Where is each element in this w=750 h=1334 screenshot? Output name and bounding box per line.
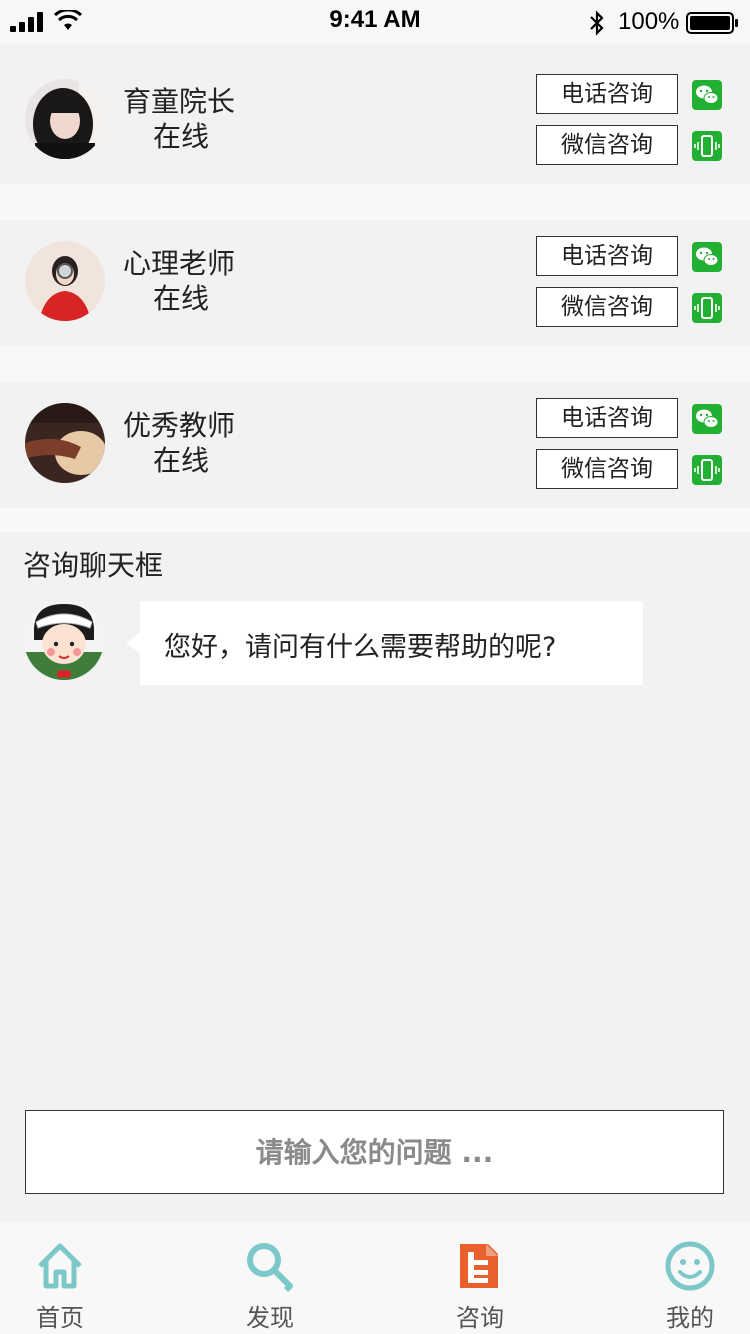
phone-consult-button[interactable]: 电话咨询	[536, 74, 678, 114]
avatar[interactable]	[25, 241, 105, 321]
wechat-consult-button[interactable]: 微信咨询	[536, 125, 678, 165]
phone-consult-button[interactable]: 电话咨询	[536, 398, 678, 438]
smiley-icon	[665, 1241, 715, 1291]
advisor-card: 优秀教师 在线 电话咨询 微信咨询	[0, 382, 750, 508]
phone-consult-button[interactable]: 电话咨询	[536, 236, 678, 276]
tab-consult[interactable]: 咨询	[420, 1222, 540, 1334]
tab-label: 首页	[36, 1304, 84, 1332]
wechat-icon[interactable]	[692, 80, 722, 110]
battery-icon	[686, 12, 738, 34]
home-icon	[38, 1243, 82, 1289]
advisor-status: 在线	[153, 444, 210, 477]
wechat-consult-button[interactable]: 微信咨询	[536, 287, 678, 327]
divider	[0, 508, 750, 532]
tab-profile[interactable]: 我的	[630, 1222, 750, 1334]
tab-discover[interactable]: 发现	[210, 1222, 330, 1334]
document-icon	[460, 1244, 498, 1288]
mobile-phone-icon[interactable]	[692, 131, 722, 161]
tab-label: 我的	[666, 1304, 714, 1332]
search-icon	[247, 1243, 293, 1292]
bluetooth-icon	[590, 10, 604, 36]
tab-home[interactable]: 首页	[0, 1222, 120, 1334]
divider	[0, 184, 750, 220]
avatar[interactable]	[25, 79, 105, 159]
bubble-tail	[126, 633, 140, 653]
chat-bubble: 您好，请问有什么需要帮助的呢?	[126, 601, 643, 685]
tab-bar: 首页 发现 咨询 我的	[0, 1222, 750, 1334]
bot-avatar	[24, 600, 104, 680]
advisor-status: 在线	[153, 282, 210, 315]
advisor-status: 在线	[153, 120, 210, 153]
wechat-icon[interactable]	[692, 242, 722, 272]
mobile-phone-icon[interactable]	[692, 455, 722, 485]
mobile-phone-icon[interactable]	[692, 293, 722, 323]
status-bar: 9:41 AM 100%	[0, 0, 750, 44]
advisor-name: 优秀教师	[123, 409, 236, 442]
battery-percent: 100%	[618, 8, 680, 35]
advisor-card: 心理老师 在线 电话咨询 微信咨询	[0, 220, 750, 346]
advisor-name: 育童院长	[123, 85, 236, 118]
avatar[interactable]	[25, 403, 105, 483]
tab-label: 发现	[246, 1304, 294, 1332]
chat-section-title: 咨询聊天框	[23, 549, 164, 582]
chat-message-text: 您好，请问有什么需要帮助的呢?	[164, 632, 557, 663]
wechat-icon[interactable]	[692, 404, 722, 434]
advisor-name: 心理老师	[123, 247, 236, 280]
tab-label: 咨询	[456, 1304, 504, 1332]
wechat-consult-button[interactable]: 微信咨询	[536, 449, 678, 489]
question-input[interactable]	[25, 1110, 724, 1194]
advisor-card: 育童院长 在线 电话咨询 微信咨询	[0, 58, 750, 184]
divider	[0, 346, 750, 382]
